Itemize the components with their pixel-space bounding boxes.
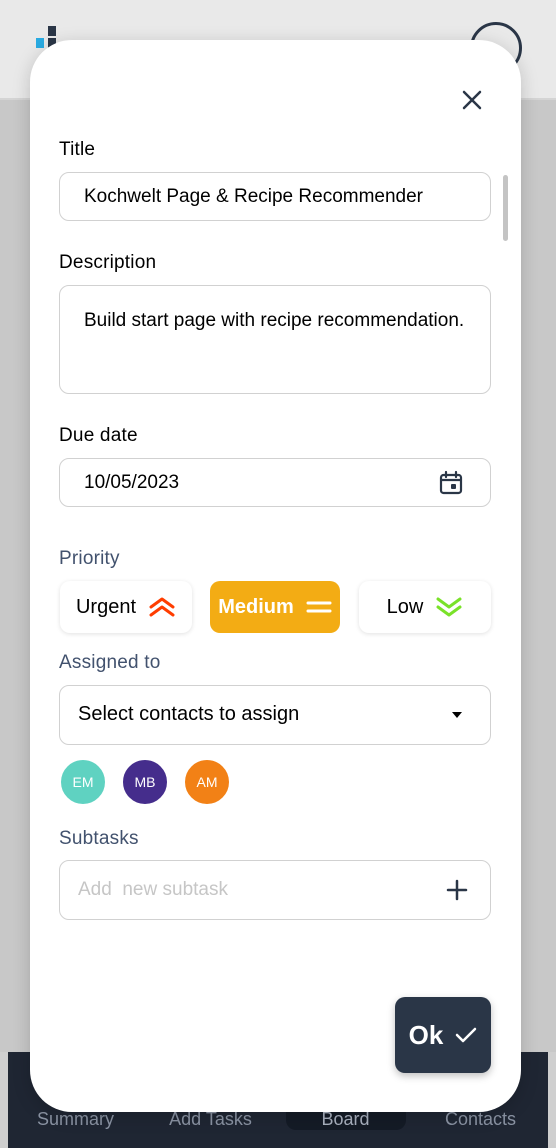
- assign-contacts-placeholder: Select contacts to assign: [78, 703, 300, 725]
- assigned-label: Assigned to: [59, 652, 161, 673]
- subtask-field: [59, 860, 491, 920]
- priority-urgent-label: Urgent: [75, 595, 137, 618]
- close-button[interactable]: [458, 86, 486, 114]
- plus-icon[interactable]: [446, 879, 468, 901]
- priority-urgent-button[interactable]: Urgent: [60, 581, 192, 633]
- medium-equals-icon: [306, 601, 332, 613]
- caret-down-icon: [452, 712, 462, 718]
- nav-summary[interactable]: Summary: [16, 1109, 136, 1130]
- due-date-label: Due date: [59, 425, 138, 446]
- due-date-input[interactable]: 10/05/2023: [59, 458, 491, 507]
- assignee-avatar: AM: [183, 758, 231, 806]
- ok-button[interactable]: Ok: [395, 997, 491, 1073]
- calendar-icon[interactable]: [438, 470, 464, 496]
- urgent-chevrons-icon: [149, 597, 175, 617]
- assignee-avatar: EM: [59, 758, 107, 806]
- priority-low-button[interactable]: Low: [359, 581, 491, 633]
- scrollbar[interactable]: [503, 175, 508, 241]
- description-textarea[interactable]: Build start page with recipe recommendat…: [59, 285, 491, 394]
- edit-task-modal: Title Kochwelt Page & Recipe Recommender…: [30, 40, 521, 1112]
- title-label: Title: [59, 139, 96, 160]
- nav-add-tasks[interactable]: Add Tasks: [151, 1109, 271, 1130]
- close-icon: [462, 90, 482, 110]
- subtask-input[interactable]: [78, 877, 418, 903]
- check-icon: [456, 1027, 477, 1043]
- nav-contacts[interactable]: Contacts: [421, 1109, 541, 1130]
- priority-medium-label: Medium: [218, 595, 294, 618]
- due-date-value: 10/05/2023: [84, 472, 180, 493]
- subtasks-label: Subtasks: [59, 828, 139, 849]
- low-chevrons-icon: [436, 597, 462, 617]
- priority-medium-button[interactable]: Medium: [210, 581, 340, 633]
- assignee-avatar: MB: [121, 758, 169, 806]
- priority-label: Priority: [59, 548, 120, 569]
- description-label: Description: [59, 252, 157, 273]
- title-input[interactable]: Kochwelt Page & Recipe Recommender: [59, 172, 491, 221]
- assign-contacts-select[interactable]: Select contacts to assign: [59, 685, 491, 745]
- ok-label: Ok: [408, 1019, 444, 1050]
- priority-low-label: Low: [386, 595, 424, 618]
